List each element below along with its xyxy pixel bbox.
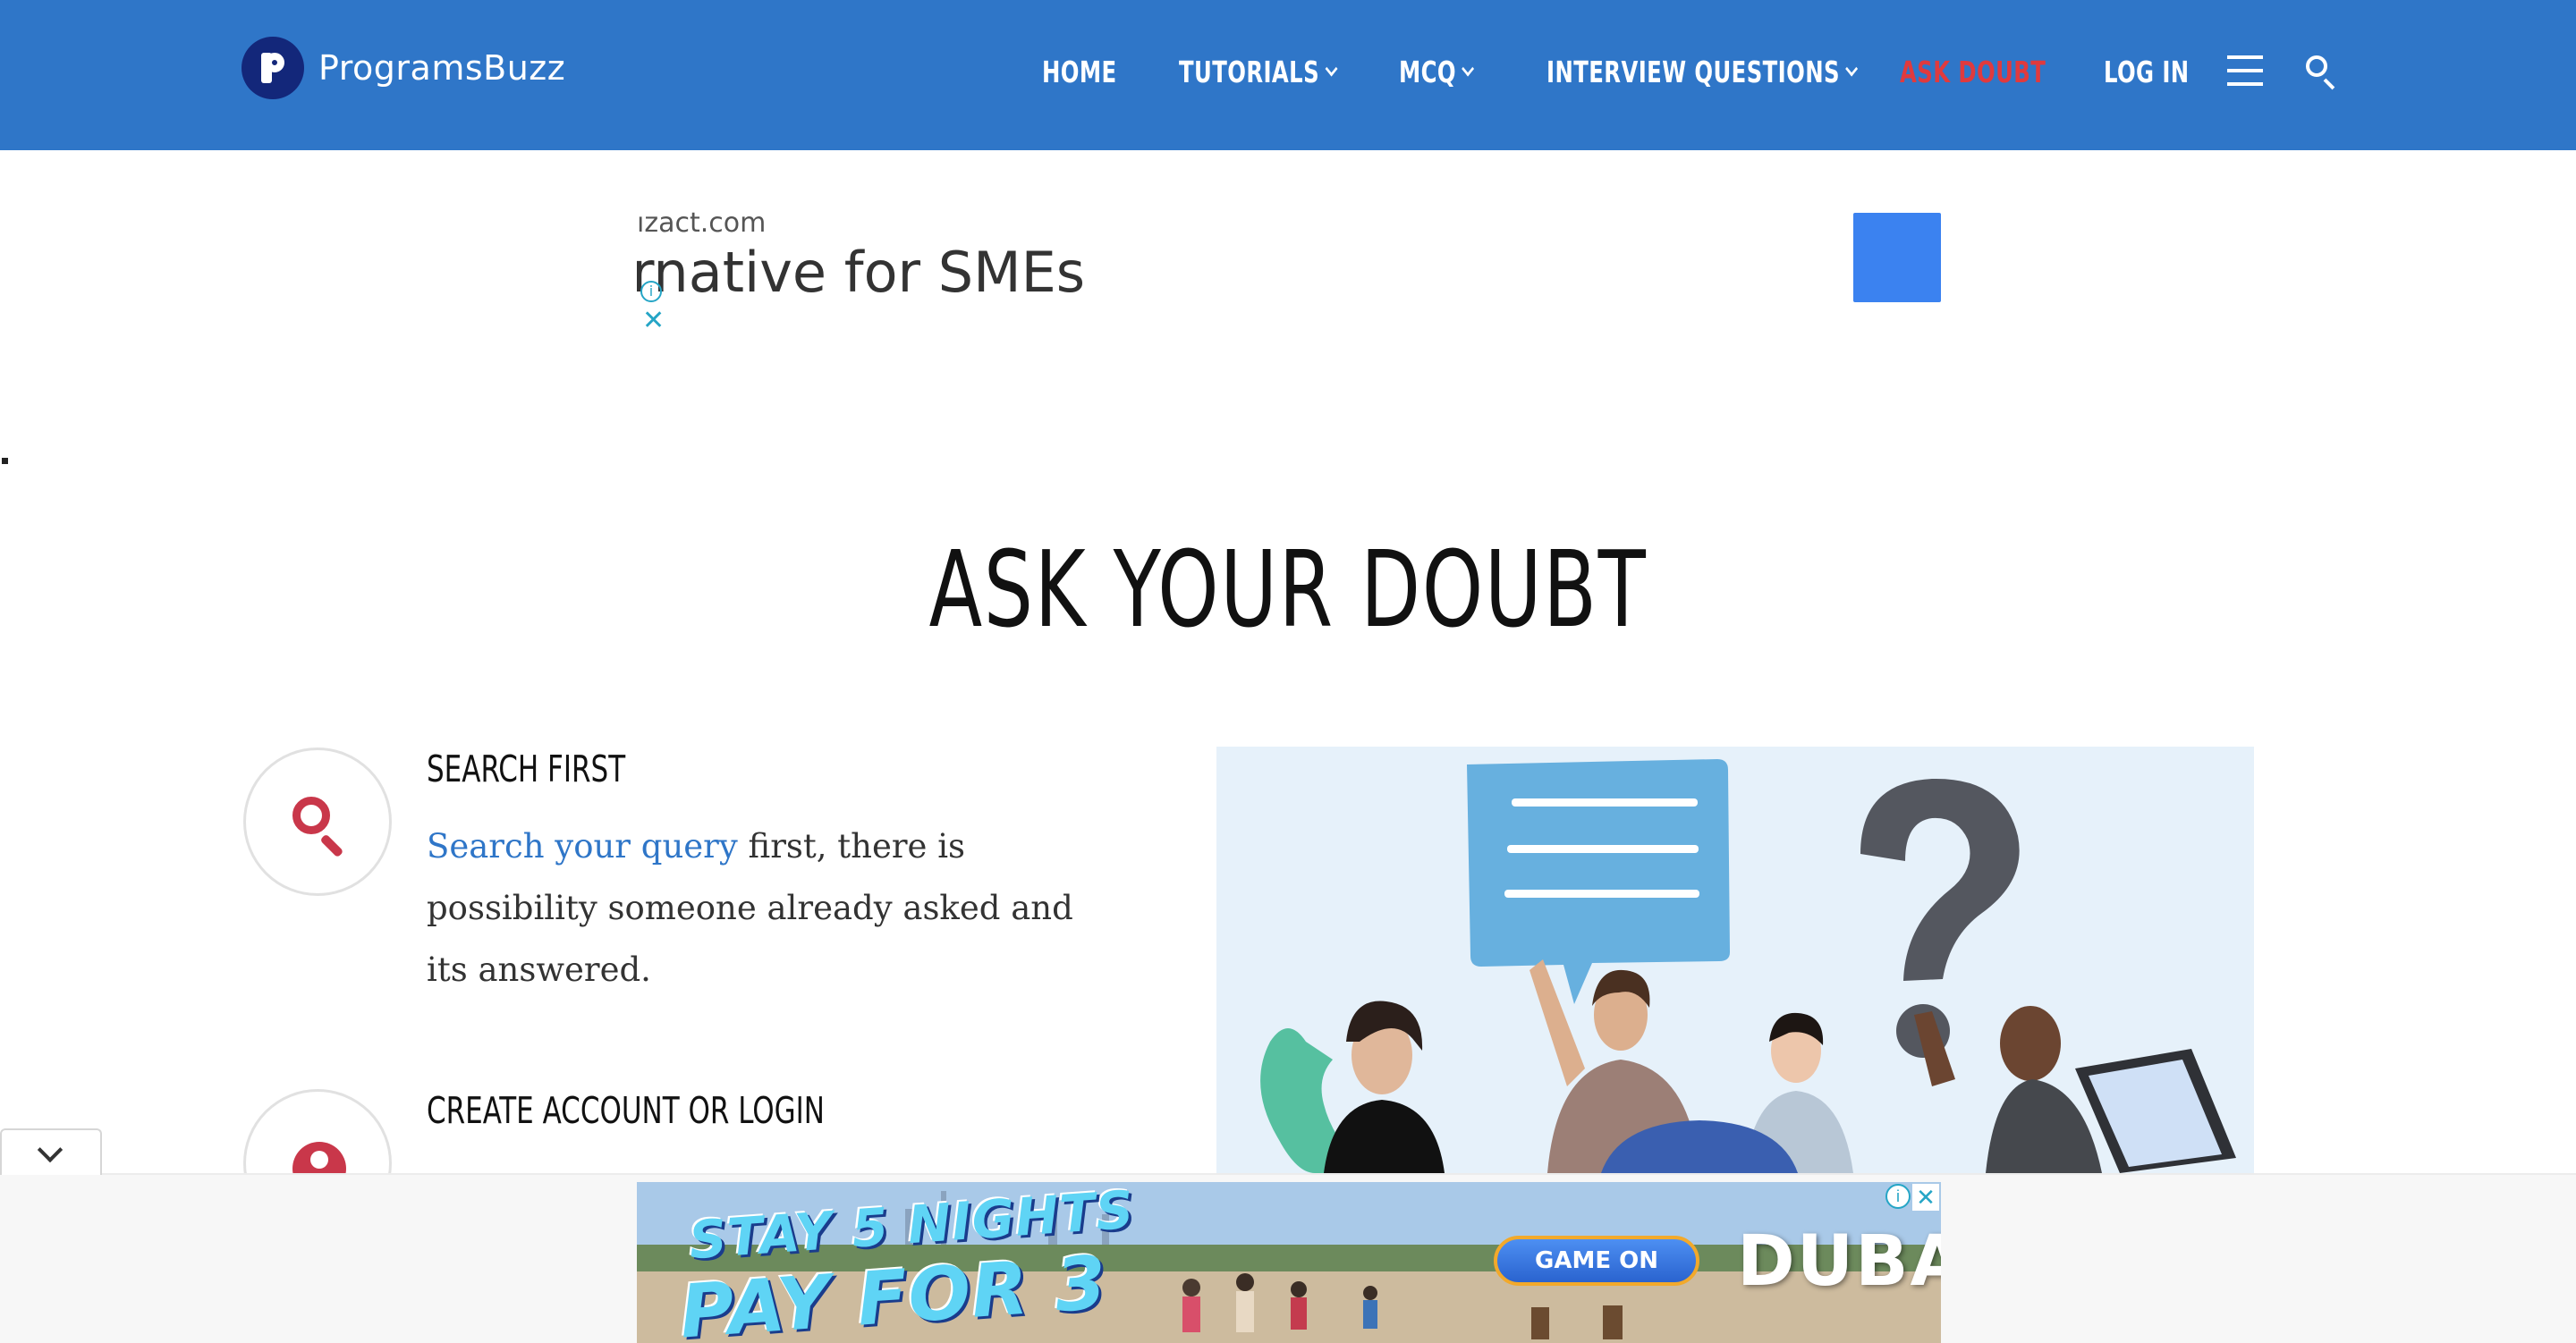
nav-interview-questions-label: INTERVIEW QUESTIONS <box>1546 54 1840 89</box>
search-icon <box>292 797 346 858</box>
ad-headline: rnative for SMEs <box>637 240 1086 305</box>
search-icon[interactable] <box>2306 55 2338 90</box>
nav-mcq-label: MCQ <box>1399 54 1457 89</box>
nav-log-in-label: LOG IN <box>2104 54 2190 89</box>
ad-info-icon[interactable]: i <box>1885 1184 1911 1209</box>
chevron-down-icon <box>37 1136 64 1163</box>
menu-icon[interactable] <box>2227 55 2263 86</box>
ad-action-button[interactable] <box>1853 213 1941 302</box>
search-query-link[interactable]: Search your query <box>427 827 738 866</box>
bottom-ad-banner[interactable]: STAY 5 NIGHTS PAY FOR 3 GAME ON DUBAI i … <box>637 1182 1941 1343</box>
people-with-speech-bubble-illustration <box>1260 759 2236 1173</box>
logo-icon <box>242 37 304 99</box>
nav-tutorials[interactable]: TUTORIALS <box>1179 52 1338 91</box>
ask-doubt-illustration <box>1216 747 2254 1173</box>
nav-home[interactable]: HOME <box>1042 52 1117 91</box>
chevron-down-icon <box>1462 61 1475 77</box>
ad-info-icon[interactable]: i <box>640 281 662 302</box>
ad-domain: ızact.com <box>637 207 767 239</box>
chevron-down-icon <box>1325 61 1338 77</box>
step-search-title: SEARCH FIRST <box>427 748 626 790</box>
chevron-down-icon <box>1845 61 1859 77</box>
site-header: ProgramsBuzz HOME TUTORIALS MCQ INTERVIE… <box>0 0 2576 150</box>
logo-text: ProgramsBuzz <box>318 48 566 88</box>
nav-ask-doubt-label: ASK DOUBT <box>1900 54 2046 89</box>
ad-collapse-tab[interactable] <box>0 1128 102 1175</box>
step-search-text: Search your query first, there is possib… <box>427 815 1106 1001</box>
step-account-title: CREATE ACCOUNT OR LOGIN <box>427 1089 825 1132</box>
site-logo[interactable]: ProgramsBuzz <box>242 36 565 100</box>
step-search-icon-circle <box>243 748 392 896</box>
nav-tutorials-label: TUTORIALS <box>1179 54 1320 89</box>
nav-home-label: HOME <box>1042 54 1117 89</box>
ad-brand-logo: DUBAI <box>1737 1221 1941 1302</box>
nav-ask-doubt[interactable]: ASK DOUBT <box>1900 52 2046 91</box>
top-ad-banner[interactable]: ızact.com rnative for SMEs i ✕ <box>637 197 1943 340</box>
ad-close-icon[interactable]: ✕ <box>642 308 665 334</box>
ad-close-icon[interactable]: ✕ <box>1912 1184 1939 1211</box>
nav-interview-questions[interactable]: INTERVIEW QUESTIONS <box>1546 52 1859 91</box>
stray-dot <box>2 458 8 464</box>
nav-mcq[interactable]: MCQ <box>1399 52 1475 91</box>
nav-log-in[interactable]: LOG IN <box>2104 52 2190 91</box>
ad-game-on-button[interactable]: GAME ON <box>1494 1236 1699 1286</box>
page-title: ASK YOUR DOUBT <box>928 528 1648 651</box>
